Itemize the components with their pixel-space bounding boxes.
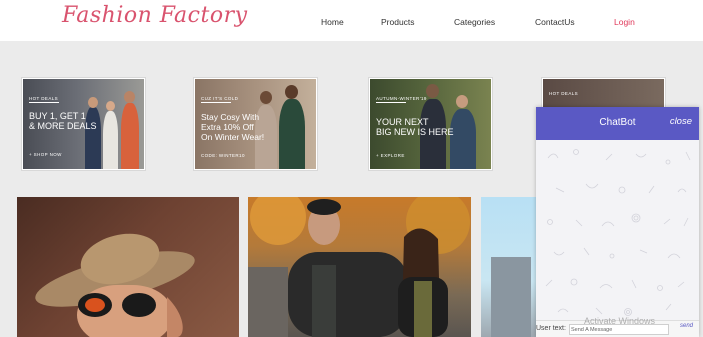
model-head [124, 91, 135, 103]
chatbot-close-button[interactable]: close [670, 116, 692, 127]
model-head [456, 95, 468, 108]
nav-categories[interactable]: Categories [454, 17, 495, 27]
photo-couple-jackets[interactable] [248, 197, 471, 337]
model-figure [450, 109, 476, 169]
chatbot-messages[interactable] [536, 140, 699, 320]
promo-tag: HOT DEALS [29, 96, 59, 101]
promo-tile-winter-wear[interactable]: CUZ IT'S COLD Stay Cosy With Extra 10% O… [194, 78, 317, 170]
explore-link[interactable]: + EXPLORE [376, 153, 405, 158]
model-figure [121, 103, 139, 169]
promo-tag: HOT DEALS [549, 91, 579, 96]
model-head [260, 91, 272, 104]
couple-illustration [248, 197, 470, 337]
nav-login[interactable]: Login [614, 17, 635, 27]
nav-contactus[interactable]: ContactUs [535, 17, 575, 27]
site-header: Fashion Factory Home Products Categories… [0, 0, 703, 41]
promo-headline: YOUR NEXT BIG NEW IS HERE [376, 117, 454, 137]
chat-background-pattern [545, 149, 691, 316]
promo-tile-buy1get1[interactable]: HOT DEALS BUY 1, GET 1 & MORE DEALS + SH… [22, 78, 145, 170]
building-shape [491, 257, 531, 337]
sunglasses-lens [85, 298, 105, 312]
send-button[interactable]: send [680, 323, 693, 329]
sunglasses-right [122, 293, 156, 317]
promo-divider [201, 102, 231, 103]
model-figure [103, 111, 118, 169]
promo-headline: Stay Cosy With Extra 10% Off On Winter W… [201, 112, 265, 142]
brand-logo[interactable]: Fashion Factory [62, 3, 248, 28]
chatbot-header: ChatBot close [536, 107, 699, 140]
promo-code: CODE: WINTER10 [201, 153, 245, 158]
promo-tile-autumn-winter[interactable]: AUTUMN-WINTER'19 YOUR NEXT BIG NEW IS HE… [369, 78, 492, 170]
model-figure [279, 99, 305, 169]
promo-tag: AUTUMN-WINTER'19 [376, 96, 427, 101]
model-head [426, 84, 439, 98]
promo-divider [376, 102, 406, 103]
user-text-label: User text: [536, 325, 566, 332]
man-cap [307, 199, 341, 215]
man-shirt [312, 265, 336, 337]
promo-tag: CUZ IT'S COLD [201, 96, 239, 101]
man-jacket [288, 252, 408, 337]
model-head [285, 85, 298, 99]
activate-windows-watermark: Activate Windows [584, 316, 656, 326]
photo-sky-building[interactable] [481, 197, 537, 337]
nav-home[interactable]: Home [321, 17, 344, 27]
model-head [88, 97, 98, 108]
chatbot-widget: ChatBot close User text: send [536, 107, 699, 337]
promo-headline: BUY 1, GET 1 & MORE DEALS [29, 111, 97, 131]
woman-hat-illustration [35, 233, 195, 337]
nav-products[interactable]: Products [381, 17, 415, 27]
model-head [106, 101, 115, 111]
promo-divider [29, 102, 59, 103]
woman-top [414, 281, 432, 337]
photo-woman-hat[interactable] [17, 197, 239, 337]
shop-now-link[interactable]: + SHOP NOW [29, 152, 62, 157]
hand [167, 297, 183, 337]
